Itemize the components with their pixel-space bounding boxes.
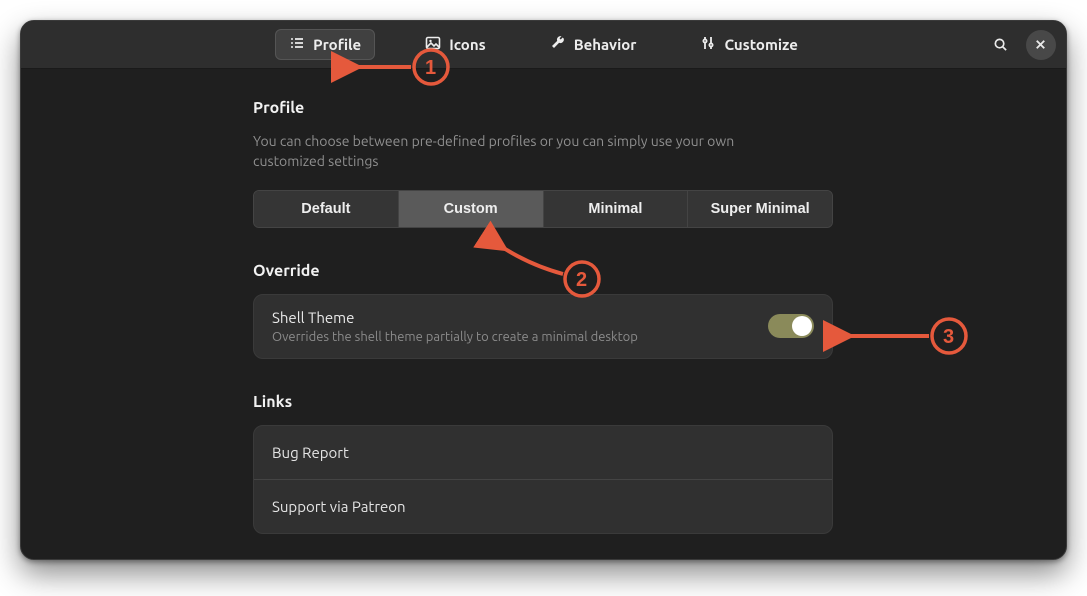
override-shell-theme-row: Shell Theme Overrides the shell theme pa…: [253, 294, 833, 359]
links-list: Bug Report Support via Patreon: [253, 425, 833, 534]
tab-profile[interactable]: Profile: [275, 29, 375, 60]
profile-description: You can choose between pre-defined profi…: [253, 131, 783, 172]
tab-customize[interactable]: Customize: [686, 29, 811, 60]
header-bar: Profile Icons Behavior: [21, 21, 1066, 69]
content-scroll[interactable]: Profile You can choose between pre-defin…: [21, 69, 1066, 559]
link-support-patreon[interactable]: Support via Patreon: [254, 480, 832, 533]
link-bug-report[interactable]: Bug Report: [254, 426, 832, 480]
tab-label: Profile: [313, 36, 361, 53]
profile-option-minimal[interactable]: Minimal: [544, 191, 689, 227]
override-item-subtitle: Overrides the shell theme partially to c…: [272, 330, 638, 344]
search-icon: [993, 37, 1008, 52]
profile-segmented-control: Default Custom Minimal Super Minimal: [253, 190, 833, 228]
tab-behavior[interactable]: Behavior: [536, 29, 651, 60]
search-button[interactable]: [986, 30, 1016, 60]
image-icon: [425, 35, 441, 54]
profile-heading: Profile: [253, 99, 833, 117]
tab-label: Customize: [724, 36, 797, 53]
close-button[interactable]: [1026, 30, 1056, 60]
profile-option-default[interactable]: Default: [254, 191, 399, 227]
tab-icons[interactable]: Icons: [411, 29, 499, 60]
toggle-knob: [792, 316, 812, 336]
shell-theme-toggle[interactable]: [768, 314, 814, 338]
tab-label: Behavior: [574, 36, 637, 53]
list-icon: [289, 35, 305, 54]
override-heading: Override: [253, 262, 833, 280]
wrench-icon: [550, 35, 566, 54]
header-tabs: Profile Icons Behavior: [275, 29, 812, 60]
sliders-icon: [700, 35, 716, 54]
links-heading: Links: [253, 393, 833, 411]
close-icon: [1033, 37, 1048, 52]
profile-option-custom[interactable]: Custom: [399, 191, 544, 227]
tab-label: Icons: [449, 36, 485, 53]
profile-option-super-minimal[interactable]: Super Minimal: [688, 191, 832, 227]
app-window: Profile Icons Behavior: [20, 20, 1067, 560]
override-item-title: Shell Theme: [272, 309, 638, 326]
